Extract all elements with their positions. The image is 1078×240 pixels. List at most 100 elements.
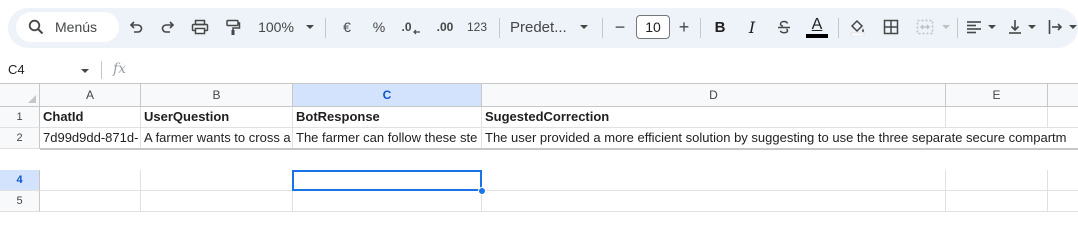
align-left-icon <box>966 20 982 34</box>
increase-font-size-button[interactable]: + <box>674 14 694 40</box>
search-input[interactable]: Menús <box>55 19 97 35</box>
cell-e5[interactable] <box>946 191 1048 212</box>
column-header-a[interactable]: A <box>40 84 141 107</box>
plus-icon: + <box>678 16 690 37</box>
increase-decimals-button[interactable]: .00 <box>432 14 458 40</box>
text-color-swatch <box>806 33 828 38</box>
cell-a1[interactable]: ChatId <box>40 107 141 128</box>
cell-b1[interactable]: UserQuestion <box>141 107 293 128</box>
toolbar-divider <box>957 18 958 38</box>
formula-bar-divider <box>101 61 102 79</box>
merge-cells-button[interactable] <box>914 14 936 40</box>
cell-d4[interactable] <box>482 170 946 191</box>
decrease-decimals-button[interactable]: .0 <box>398 14 424 40</box>
column-header-f[interactable] <box>1048 84 1078 107</box>
percent-label: % <box>372 19 386 35</box>
toolbar-divider <box>700 18 701 38</box>
print-button[interactable] <box>189 14 211 40</box>
name-box[interactable]: C4 <box>0 56 100 84</box>
wrap-chevron-down-icon <box>1068 24 1078 30</box>
cell-c1[interactable]: BotResponse <box>293 107 482 128</box>
formula-input[interactable] <box>140 58 1070 82</box>
column-header-e[interactable]: E <box>946 84 1048 107</box>
toolbar: Menús 100% € % .0 .00 123 Predet... − 10… <box>0 0 1078 56</box>
italic-button[interactable]: I <box>742 14 762 40</box>
cell-a2[interactable]: 7d99d9dd-871d- <box>40 128 141 149</box>
align-bottom-icon <box>1007 19 1023 35</box>
cell-d5[interactable] <box>482 191 946 212</box>
redo-button[interactable] <box>158 14 178 40</box>
number-format-label: 123 <box>466 20 488 34</box>
cell-f1[interactable] <box>1048 107 1078 128</box>
text-color-button[interactable]: A <box>805 14 829 40</box>
name-box-value: C4 <box>8 62 25 77</box>
font-family-value: Predet... <box>510 18 567 36</box>
select-all-corner[interactable] <box>0 84 40 107</box>
valign-chevron-down-icon <box>1027 24 1037 30</box>
spreadsheet-grid: A B C D E 1 2 4 5 ChatId UserQuestion Bo… <box>0 84 1078 212</box>
zoom-value: 100% <box>258 19 294 35</box>
cell-f5[interactable] <box>1048 191 1078 212</box>
horizontal-align-button[interactable] <box>964 14 984 40</box>
paint-format-button[interactable] <box>222 14 244 40</box>
zoom-select[interactable]: 100% <box>254 14 298 40</box>
toolbar-divider <box>602 18 603 38</box>
search-icon <box>28 19 44 35</box>
undo-button[interactable] <box>126 14 146 40</box>
vertical-align-button[interactable] <box>1005 14 1025 40</box>
number-format-button[interactable]: 123 <box>465 14 489 40</box>
cell-c4[interactable] <box>293 170 482 191</box>
cell-f4[interactable] <box>1048 170 1078 191</box>
undo-icon <box>128 19 144 35</box>
cell-a4[interactable] <box>40 170 141 191</box>
print-icon <box>191 19 209 35</box>
font-family-chevron-down-icon <box>579 24 589 30</box>
cell-b5[interactable] <box>141 191 293 212</box>
arrow-left-icon <box>412 29 421 35</box>
currency-label: € <box>343 19 351 35</box>
merge-chevron-down-icon <box>941 24 951 30</box>
bold-button[interactable]: B <box>710 14 730 40</box>
cell-e1[interactable] <box>946 107 1048 128</box>
borders-icon <box>883 19 899 35</box>
cell-a5[interactable] <box>40 191 141 212</box>
zoom-chevron-down-icon <box>305 24 315 30</box>
column-header-c[interactable]: C <box>293 84 482 107</box>
menu-search-box[interactable]: Menús <box>16 12 119 42</box>
cell-b4[interactable] <box>141 170 293 191</box>
cell-c2[interactable]: The farmer can follow these ste <box>293 128 482 149</box>
formula-bar: C4 fx <box>0 56 1078 84</box>
column-header-d[interactable]: D <box>482 84 946 107</box>
cell-c5[interactable] <box>293 191 482 212</box>
text-wrapping-button[interactable] <box>1046 14 1066 40</box>
row-header-1[interactable]: 1 <box>0 107 40 128</box>
font-family-select[interactable]: Predet... <box>510 14 572 40</box>
font-size-input[interactable]: 10 <box>636 15 670 39</box>
cell-d2[interactable]: The user provided a more efficient solut… <box>482 128 1078 149</box>
paint-roller-icon <box>225 19 241 36</box>
currency-format-button[interactable]: € <box>336 14 358 40</box>
decrease-decimals-label: .0 <box>401 20 412 34</box>
toolbar-divider <box>838 18 839 38</box>
row-header-2[interactable]: 2 <box>0 128 40 149</box>
column-header-b[interactable]: B <box>141 84 293 107</box>
bold-icon: B <box>714 18 726 36</box>
italic-icon: I <box>748 17 756 37</box>
redo-icon <box>160 19 176 35</box>
cell-d1[interactable]: SugestedCorrection <box>482 107 946 128</box>
cell-b2[interactable]: A farmer wants to cross a <box>141 128 293 149</box>
percent-format-button[interactable]: % <box>368 14 390 40</box>
borders-button[interactable] <box>880 14 902 40</box>
toolbar-divider <box>325 18 326 38</box>
strikethrough-button[interactable] <box>774 14 794 40</box>
strikethrough-icon <box>776 19 792 35</box>
fx-icon: fx <box>113 61 127 77</box>
decrease-font-size-button[interactable]: − <box>610 14 630 40</box>
cell-e4[interactable] <box>946 170 1048 191</box>
text-overflow-icon <box>1048 19 1064 35</box>
fill-color-button[interactable] <box>846 14 868 40</box>
name-box-chevron-down-icon <box>80 68 90 74</box>
row-header-5[interactable]: 5 <box>0 191 40 212</box>
row-header-4[interactable]: 4 <box>0 170 40 191</box>
fill-handle[interactable] <box>478 187 486 195</box>
